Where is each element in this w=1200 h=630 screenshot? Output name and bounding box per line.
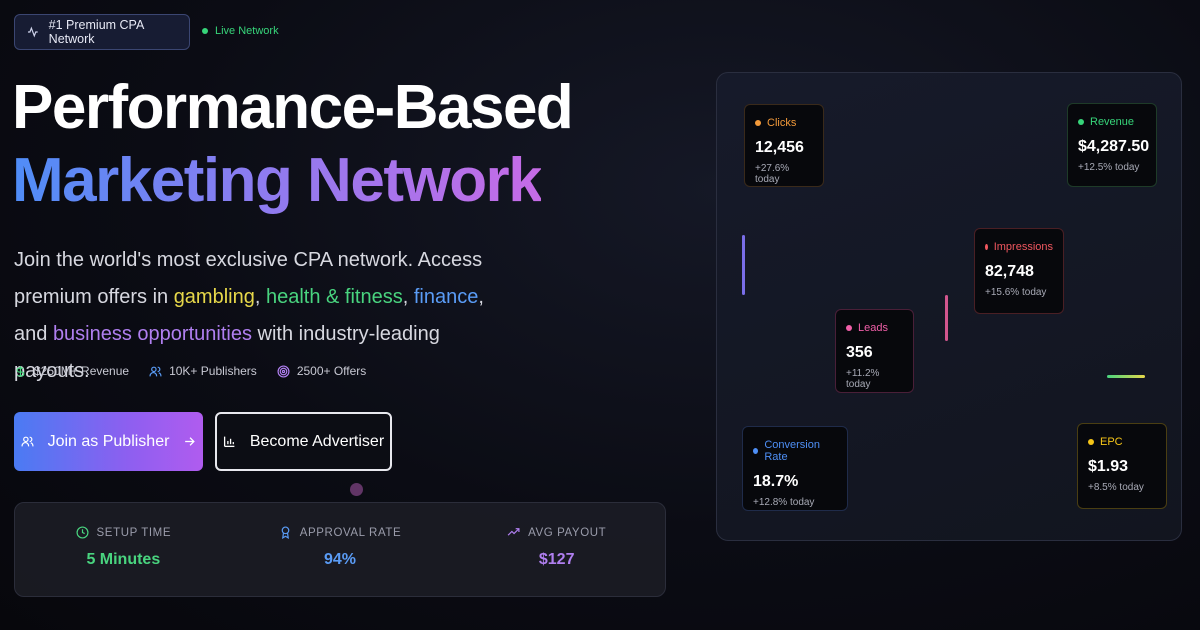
- conversion-rate-card: Conversion Rate 18.7% +12.8% today: [742, 426, 848, 511]
- impressions-title: Impressions: [993, 241, 1053, 253]
- dollar-icon: [16, 365, 25, 377]
- conversion-card-header: Conversion Rate: [753, 439, 837, 463]
- metric-avg-payout: AVG PAYOUT $127: [448, 503, 665, 596]
- users-icon: [149, 366, 162, 376]
- join-publisher-label: Join as Publisher: [47, 432, 170, 450]
- arrow-right-icon: [185, 437, 196, 446]
- revenue-dot-icon: [1078, 119, 1084, 125]
- inline-stats: $250M+ Revenue 10K+ Publishers 2500+ Off…: [14, 364, 366, 378]
- impressions-card: Impressions 82,748 +15.6% today: [974, 228, 1064, 314]
- epc-card: EPC $1.93 +8.5% today: [1077, 423, 1167, 509]
- leads-card: Leads 356 +11.2% today: [835, 309, 914, 393]
- metric-avg-payout-label: AVG PAYOUT: [528, 526, 607, 539]
- live-network-label: Live Network: [215, 25, 279, 37]
- revenue-card: Revenue $4,287.50 +12.5% today: [1067, 103, 1157, 187]
- join-publisher-button[interactable]: Join as Publisher: [14, 412, 203, 471]
- conversion-dot-icon: [753, 448, 759, 454]
- leads-change: +11.2% today: [846, 368, 880, 390]
- metric-setup-time-header: SETUP TIME: [76, 526, 172, 539]
- desc-comma-2: ,: [402, 286, 414, 308]
- epc-change: +8.5% today: [1088, 482, 1144, 493]
- revenue-change: +12.5% today: [1078, 162, 1140, 173]
- metric-approval-rate-label: APPROVAL RATE: [299, 526, 402, 539]
- activity-icon: [27, 26, 38, 38]
- metric-approval-rate-value: 94%: [323, 551, 357, 568]
- metric-approval-rate-header: APPROVAL RATE: [279, 526, 402, 539]
- decorative-dot: [350, 483, 363, 496]
- impressions-card-header: Impressions: [985, 241, 1053, 253]
- clicks-title: Clicks: [767, 117, 797, 129]
- impressions-dot-icon: [985, 244, 988, 250]
- stat-offers: 2500+ Offers: [277, 364, 367, 378]
- epc-card-header: EPC: [1088, 436, 1156, 448]
- decorative-line: [742, 235, 745, 295]
- leads-card-header: Leads: [846, 322, 903, 334]
- clicks-card-header: Clicks: [755, 117, 813, 129]
- impressions-value: 82,748: [985, 263, 1034, 280]
- metric-avg-payout-header: AVG PAYOUT: [507, 526, 606, 539]
- conversion-title: Conversion Rate: [764, 439, 820, 463]
- live-network-status: Live Network: [202, 25, 279, 37]
- leads-value: 356: [846, 344, 873, 361]
- decorative-line: [945, 295, 948, 341]
- desc-business: business opportunities: [52, 323, 252, 345]
- metric-setup-time: SETUP TIME 5 Minutes: [15, 503, 232, 596]
- bar-chart-icon: [223, 436, 235, 448]
- metrics-panel: SETUP TIME 5 Minutes APPROVAL RATE 94% A…: [14, 502, 666, 597]
- epc-value: $1.93: [1088, 458, 1129, 475]
- impressions-change: +15.6% today: [985, 287, 1047, 298]
- decorative-line: [1107, 375, 1145, 378]
- stat-revenue: $250M+ Revenue: [14, 364, 129, 378]
- epc-dot-icon: [1088, 439, 1094, 445]
- clock-icon: [76, 526, 89, 539]
- hero-title-line1: Performance-Based: [12, 73, 574, 142]
- clicks-change: +27.6% today: [755, 163, 790, 185]
- leads-dot-icon: [846, 325, 852, 331]
- stat-offers-label: 2500+ Offers: [296, 364, 367, 378]
- epc-title: EPC: [1100, 436, 1123, 448]
- stat-publishers: 10K+ Publishers: [149, 364, 257, 378]
- trending-up-icon: [507, 528, 520, 536]
- stat-revenue-label: $250M+ Revenue: [34, 364, 130, 378]
- become-advertiser-button[interactable]: Become Advertiser: [215, 412, 392, 471]
- award-icon: [281, 526, 290, 539]
- premium-badge-label: #1 Premium CPA Network: [48, 18, 144, 46]
- desc-comma-1: ,: [254, 286, 266, 308]
- metric-setup-time-value: 5 Minutes: [86, 551, 161, 568]
- live-stats-panel: Clicks 12,456 +27.6% today Revenue $4,28…: [716, 72, 1182, 541]
- metric-avg-payout-value: $127: [538, 551, 575, 568]
- conversion-value: 18.7%: [753, 473, 799, 490]
- become-advertiser-label: Become Advertiser: [249, 432, 385, 450]
- clicks-dot-icon: [755, 120, 761, 126]
- conversion-change: +12.8% today: [753, 497, 815, 508]
- premium-badge: #1 Premium CPA Network: [14, 14, 190, 50]
- metric-approval-rate: APPROVAL RATE 94%: [232, 503, 449, 596]
- clicks-card: Clicks 12,456 +27.6% today: [744, 104, 824, 187]
- target-icon: [277, 364, 290, 378]
- users-icon: [21, 436, 34, 447]
- revenue-card-header: Revenue: [1078, 116, 1146, 128]
- stat-publishers-label: 10K+ Publishers: [169, 364, 257, 378]
- metric-setup-time-label: SETUP TIME: [96, 526, 172, 539]
- desc-finance: finance: [413, 286, 479, 308]
- live-dot-icon: [202, 28, 208, 34]
- clicks-value: 12,456: [755, 139, 804, 156]
- desc-health: health & fitness: [265, 286, 403, 308]
- revenue-title: Revenue: [1090, 116, 1135, 128]
- hero-title-line2: Marketing Network: [12, 146, 543, 215]
- leads-title: Leads: [858, 322, 888, 334]
- desc-gambling: gambling: [173, 286, 255, 308]
- revenue-value: $4,287.50: [1078, 138, 1150, 155]
